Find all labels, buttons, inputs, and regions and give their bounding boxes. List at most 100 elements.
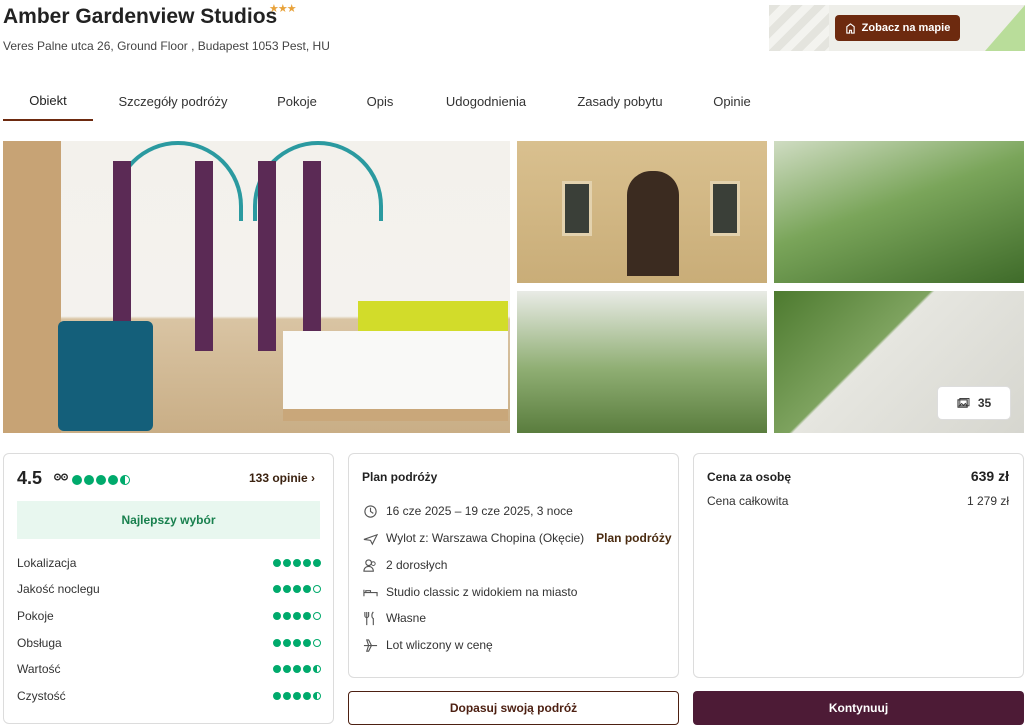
trip-guests-row: 2 dorosłych [362, 557, 447, 573]
rating-bubbles [273, 612, 321, 620]
rating-bubble [108, 475, 118, 485]
trip-dates: 16 cze 2025 – 19 cze 2025, 3 noce [386, 504, 573, 518]
trip-departure: Wylot z: Warszawa Chopina (Okęcie) [386, 531, 585, 545]
rating-bubbles [273, 585, 321, 593]
photo-curtain [258, 161, 276, 351]
tab-label: Pokoje [277, 94, 317, 109]
rating-bubble [273, 559, 281, 567]
continue-button[interactable]: Kontynuuj [693, 691, 1024, 725]
tab-label: Opinie [713, 94, 751, 109]
rating-bubble [120, 475, 130, 485]
rating-category-label: Wartość [17, 662, 61, 676]
rating-bubble [293, 639, 301, 647]
hotel-stars: ★★★ [269, 3, 297, 15]
photo-facade[interactable] [517, 141, 767, 283]
tab-zasady-pobytu[interactable]: Zasady pobytu [565, 82, 675, 121]
rating-bubbles [273, 639, 321, 647]
map-thumbnail[interactable]: Zobacz na mapie [769, 5, 1025, 51]
rating-bubble [273, 612, 281, 620]
tab-label: Zasady pobytu [577, 94, 663, 109]
photo-curtain [303, 161, 321, 351]
photo-sofa [58, 321, 153, 431]
rating-bubble [72, 475, 82, 485]
trip-plan-link[interactable]: Plan podróży [596, 531, 671, 545]
rating-bubbles [273, 692, 321, 700]
rating-category-label: Pokoje [17, 609, 54, 623]
rating-score: 4.5 [17, 468, 43, 488]
guests-icon [362, 557, 378, 573]
photo-courtyard-garden[interactable] [517, 291, 767, 433]
rating-bubble [313, 665, 321, 673]
rating-bubble [313, 585, 321, 593]
rating-bubble [273, 585, 281, 593]
photo-arch [113, 141, 243, 221]
photo-door [3, 141, 61, 433]
rating-bubble [283, 612, 291, 620]
price-total-value: 1 279 zł [966, 494, 1009, 508]
rating-row: Lokalizacja [17, 556, 321, 570]
rating-bubble [313, 692, 321, 700]
tripadvisor-icon [54, 472, 68, 485]
rating-bubble [283, 692, 291, 700]
photo-count: 35 [977, 396, 992, 410]
tab-label: Udogodnienia [445, 94, 527, 109]
rating-category-label: Obsługa [17, 636, 62, 650]
rating-bubble [283, 639, 291, 647]
photo-bed [283, 331, 508, 421]
section-tabs: Obiekt Szczegóły podróży Pokoje Opis Udo… [3, 82, 1023, 122]
rating-bubble [303, 612, 311, 620]
main-photo-room[interactable] [3, 141, 510, 433]
tab-pokoje[interactable]: Pokoje [265, 82, 329, 121]
hotel-name: Amber Gardenview Studios [3, 5, 278, 28]
rating-bubble [283, 665, 291, 673]
map-pattern [769, 5, 829, 51]
trip-plan-title: Plan podróży [362, 470, 438, 484]
photo-curtain [195, 161, 213, 351]
trip-dates-row: 16 cze 2025 – 19 cze 2025, 3 noce [362, 503, 573, 519]
rating-card: 4.5 133 opinie › Najlepszy wybór Lokaliz… [3, 453, 334, 724]
reviews-link[interactable]: 133 opinie › [249, 471, 315, 485]
photo-entrance-door [627, 171, 679, 276]
customize-trip-button[interactable]: Dopasuj swoją podróż [348, 691, 679, 725]
tab-udogodnienia[interactable]: Udogodnienia [435, 82, 537, 121]
trip-board: Własne [386, 611, 427, 625]
tab-opinie[interactable]: Opinie [703, 82, 761, 121]
tab-opis[interactable]: Opis [355, 82, 405, 121]
rating-bubble [293, 612, 301, 620]
tab-label: Obiekt [29, 93, 67, 108]
photo-count-button[interactable]: 35 [937, 386, 1011, 420]
trip-flight: Lot wliczony w cenę [386, 638, 493, 652]
trip-departure-row: Wylot z: Warszawa Chopina (Okęcie) Plan … [362, 530, 672, 546]
photo-courtyard-trees[interactable] [774, 141, 1024, 283]
show-on-map-button[interactable]: Zobacz na mapie [835, 15, 960, 41]
trip-plan-card: Plan podróży 16 cze 2025 – 19 cze 2025, … [348, 453, 679, 678]
tab-szczegoly-podrozy[interactable]: Szczegóły podróży [108, 82, 238, 121]
rating-bubble [303, 692, 311, 700]
rating-bubble [313, 559, 321, 567]
rating-bubble [273, 639, 281, 647]
tab-label: Szczegóły podróży [118, 94, 228, 109]
trip-room: Studio classic z widokiem na miasto [386, 585, 578, 599]
rating-row: Jakość noclegu [17, 582, 321, 596]
rating-bubbles [273, 665, 321, 673]
rating-bubble [293, 559, 301, 567]
rating-bubble [293, 692, 301, 700]
map-park-area [985, 5, 1025, 51]
rating-bubble [84, 475, 94, 485]
rating-bubble [303, 639, 311, 647]
rating-category-label: Jakość noclegu [17, 582, 100, 596]
best-choice-badge: Najlepszy wybór [17, 501, 320, 539]
calendar-plane-icon [362, 503, 378, 519]
price-per-person-value: 639 zł [970, 468, 1009, 484]
gallery-icon [957, 397, 970, 408]
rating-bubbles [72, 475, 130, 485]
rating-row: Wartość [17, 662, 321, 676]
rating-bubbles [273, 559, 321, 567]
rating-row: Pokoje [17, 609, 321, 623]
trip-flight-row: Lot wliczony w cenę [362, 637, 493, 653]
chevron-right-icon: › [311, 471, 315, 485]
trip-board-row: Własne [362, 610, 426, 626]
rating-bubble [313, 612, 321, 620]
rating-row: Obsługa [17, 636, 321, 650]
tab-obiekt[interactable]: Obiekt [3, 82, 93, 121]
